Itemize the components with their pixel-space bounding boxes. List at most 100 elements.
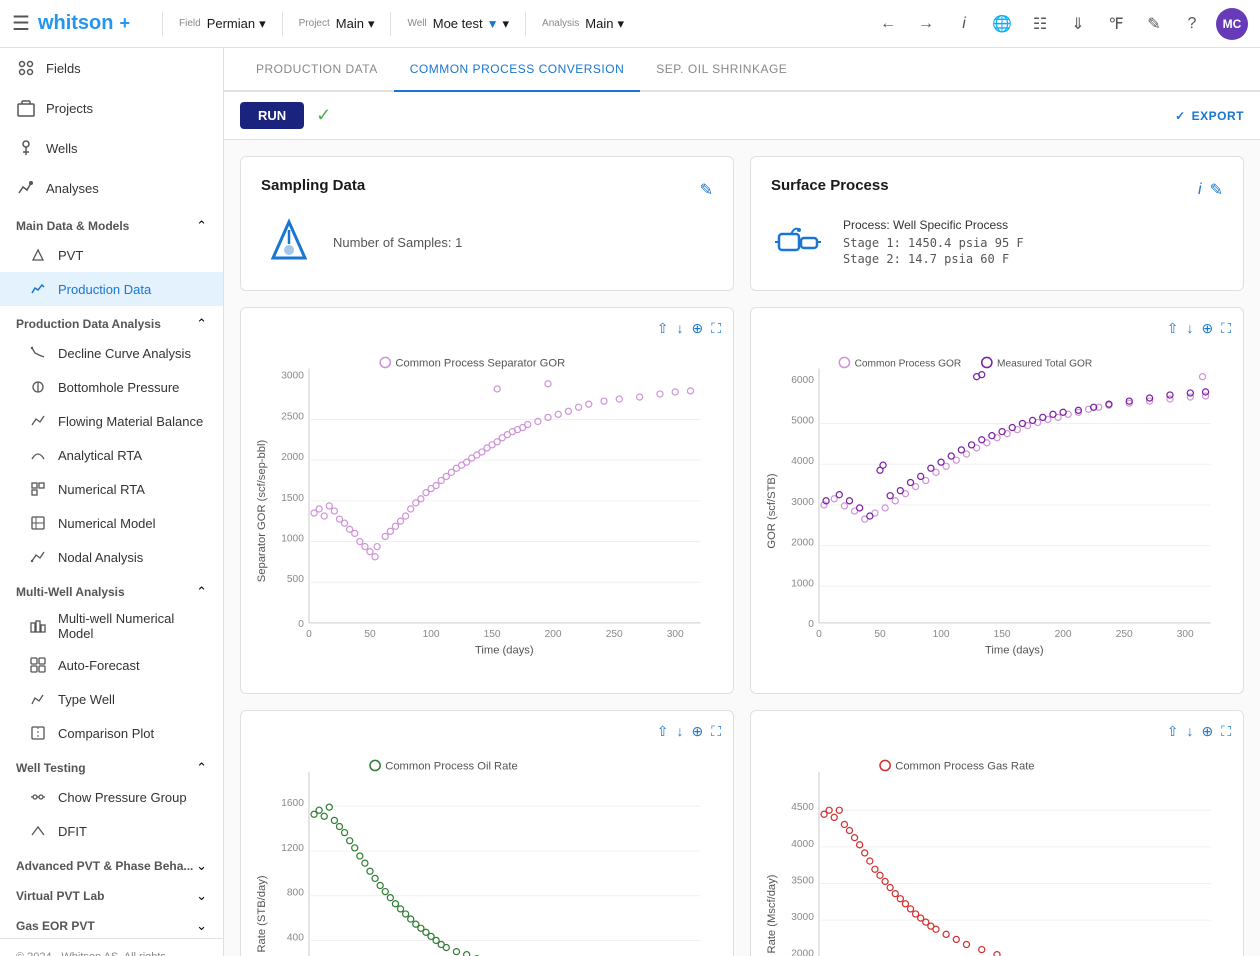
bottomhole-label: Bottomhole Pressure: [58, 380, 179, 395]
projects-icon: [16, 98, 36, 118]
divider: [525, 12, 526, 36]
sampling-edit-icon[interactable]: ✎: [700, 180, 713, 200]
tab-sep-oil[interactable]: SEP. OIL SHRINKAGE: [640, 48, 803, 92]
sidebar-item-dfit[interactable]: DFIT: [0, 814, 223, 848]
tab-common-process[interactable]: COMMON PROCESS CONVERSION: [394, 48, 641, 92]
svg-text:3000: 3000: [791, 497, 814, 508]
chart2-zoom-icon[interactable]: ⊕: [1201, 320, 1213, 337]
chart4-download-icon[interactable]: ↓: [1186, 723, 1193, 740]
section-advanced-pvt-title: Advanced PVT & Phase Beha...: [16, 859, 193, 873]
sidebar-item-analytical-rta[interactable]: Analytical RTA: [0, 438, 223, 472]
chart4-share-icon[interactable]: ⇧: [1167, 723, 1179, 740]
sidebar-item-type-well[interactable]: Type Well: [0, 682, 223, 716]
project-group: Project Main ▾: [299, 16, 375, 32]
content-area: PRODUCTION DATA COMMON PROCESS CONVERSIO…: [224, 48, 1260, 956]
menu-icon[interactable]: ☰: [12, 11, 30, 36]
section-virtual-pvt[interactable]: Virtual PVT Lab ⌄: [0, 878, 223, 908]
help-icon[interactable]: ?: [1178, 10, 1206, 38]
section-multiwell[interactable]: Multi-Well Analysis ⌃: [0, 574, 223, 604]
sidebar-item-wells[interactable]: Wells: [0, 128, 223, 168]
svg-text:200: 200: [545, 629, 562, 640]
dfit-icon: [28, 821, 48, 841]
surface-info-icon[interactable]: i: [1198, 181, 1202, 199]
globe-icon[interactable]: 🌐: [988, 10, 1016, 38]
forward-icon[interactable]: →: [912, 10, 940, 38]
chart2-expand-icon[interactable]: ⛶: [1221, 320, 1231, 337]
sidebar-item-chow-pressure[interactable]: Chow Pressure Group: [0, 780, 223, 814]
svg-text:500: 500: [287, 574, 304, 585]
chart4-expand-icon[interactable]: ⛶: [1221, 723, 1231, 740]
logo: whitson+: [38, 12, 130, 35]
chart2-download-icon[interactable]: ↓: [1186, 320, 1193, 337]
sidebar-item-numerical-model[interactable]: Numerical Model: [0, 506, 223, 540]
auto-forecast-icon: [28, 655, 48, 675]
sidebar-item-decline-curve[interactable]: Decline Curve Analysis: [0, 336, 223, 370]
table-icon[interactable]: ☷: [1026, 10, 1054, 38]
logo-text: whitson: [38, 12, 114, 35]
production-data-icon: [28, 279, 48, 299]
user-avatar[interactable]: MC: [1216, 8, 1248, 40]
sidebar: Fields Projects Wells Analyses Main Data…: [0, 48, 224, 956]
chart3-share-icon[interactable]: ⇧: [657, 723, 669, 740]
section-gas-eor-title: Gas EOR PVT: [16, 919, 95, 933]
well-label: Well: [407, 18, 426, 29]
section-main-data[interactable]: Main Data & Models ⌃: [0, 208, 223, 238]
analysis-select[interactable]: Main ▾: [585, 16, 624, 32]
svg-text:100: 100: [933, 629, 950, 640]
run-button[interactable]: RUN: [240, 102, 304, 129]
download-icon[interactable]: ⇓: [1064, 10, 1092, 38]
sidebar-item-comparison-plot[interactable]: Comparison Plot: [0, 716, 223, 750]
sidebar-item-production-data[interactable]: Production Data: [0, 272, 223, 306]
sidebar-item-nodal-analysis[interactable]: Nodal Analysis: [0, 540, 223, 574]
sidebar-item-numerical-rta[interactable]: Numerical RTA: [0, 472, 223, 506]
auto-forecast-label: Auto-Forecast: [58, 658, 140, 673]
svg-text:5000: 5000: [791, 416, 814, 427]
sidebar-item-multiwell-model[interactable]: Multi-well Numerical Model: [0, 604, 223, 648]
chart3-download-icon[interactable]: ↓: [676, 723, 683, 740]
info-icon[interactable]: i: [950, 10, 978, 38]
decline-curve-icon: [28, 343, 48, 363]
sidebar-item-auto-forecast[interactable]: Auto-Forecast: [0, 648, 223, 682]
temperature-icon[interactable]: ℉: [1102, 10, 1130, 38]
chart1-toolbar: ⇧ ↓ ⊕ ⛶: [253, 320, 721, 337]
sidebar-item-bottomhole[interactable]: Bottomhole Pressure: [0, 370, 223, 404]
sidebar-item-pvt[interactable]: PVT: [0, 238, 223, 272]
sidebar-item-projects[interactable]: Projects: [0, 88, 223, 128]
chart3-expand-icon[interactable]: ⛶: [711, 723, 721, 740]
svg-text:300: 300: [1177, 629, 1194, 640]
chart1-download-icon[interactable]: ↓: [676, 320, 683, 337]
field-select[interactable]: Permian ▾: [207, 16, 266, 32]
chart1-expand-icon[interactable]: ⛶: [711, 320, 721, 337]
svg-text:100: 100: [423, 629, 440, 640]
logo-plus: +: [119, 13, 130, 34]
svg-text:Common Process Separator GOR: Common Process Separator GOR: [395, 358, 565, 370]
section-advanced-pvt[interactable]: Advanced PVT & Phase Beha... ⌄: [0, 848, 223, 878]
section-gas-eor[interactable]: Gas EOR PVT ⌄: [0, 908, 223, 938]
back-icon[interactable]: ←: [874, 10, 902, 38]
surface-process-text: Process: Well Specific Process: [843, 218, 1024, 232]
section-prod-analysis[interactable]: Production Data Analysis ⌃: [0, 306, 223, 336]
chart1-zoom-icon[interactable]: ⊕: [691, 320, 703, 337]
export-button[interactable]: ✓ EXPORT: [1175, 109, 1244, 123]
svg-text:6000: 6000: [791, 375, 814, 386]
sidebar-item-analyses[interactable]: Analyses: [0, 168, 223, 208]
edit-icon[interactable]: ✎: [1140, 10, 1168, 38]
svg-text:3500: 3500: [791, 875, 814, 886]
well-select[interactable]: Moe test ▼ ▾: [433, 16, 509, 32]
chart4-zoom-icon[interactable]: ⊕: [1201, 723, 1213, 740]
tab-production-data[interactable]: PRODUCTION DATA: [240, 48, 394, 92]
chart3-zoom-icon[interactable]: ⊕: [691, 723, 703, 740]
well-group: Well Moe test ▼ ▾: [407, 16, 509, 32]
comparison-plot-label: Comparison Plot: [58, 726, 154, 741]
surface-edit-icon[interactable]: ✎: [1210, 180, 1223, 200]
svg-text:3000: 3000: [791, 912, 814, 923]
section-well-testing[interactable]: Well Testing ⌃: [0, 750, 223, 780]
surface-process-card: Surface Process i ✎: [750, 156, 1244, 291]
sampling-data-card: Sampling Data ✎: [240, 156, 734, 291]
chart2-share-icon[interactable]: ⇧: [1167, 320, 1179, 337]
sidebar-item-fields[interactable]: Fields: [0, 48, 223, 88]
sidebar-item-flowing-material[interactable]: Flowing Material Balance: [0, 404, 223, 438]
project-select[interactable]: Main ▾: [336, 16, 375, 32]
chart1-share-icon[interactable]: ⇧: [657, 320, 669, 337]
analysis-label: Analysis: [542, 18, 579, 29]
